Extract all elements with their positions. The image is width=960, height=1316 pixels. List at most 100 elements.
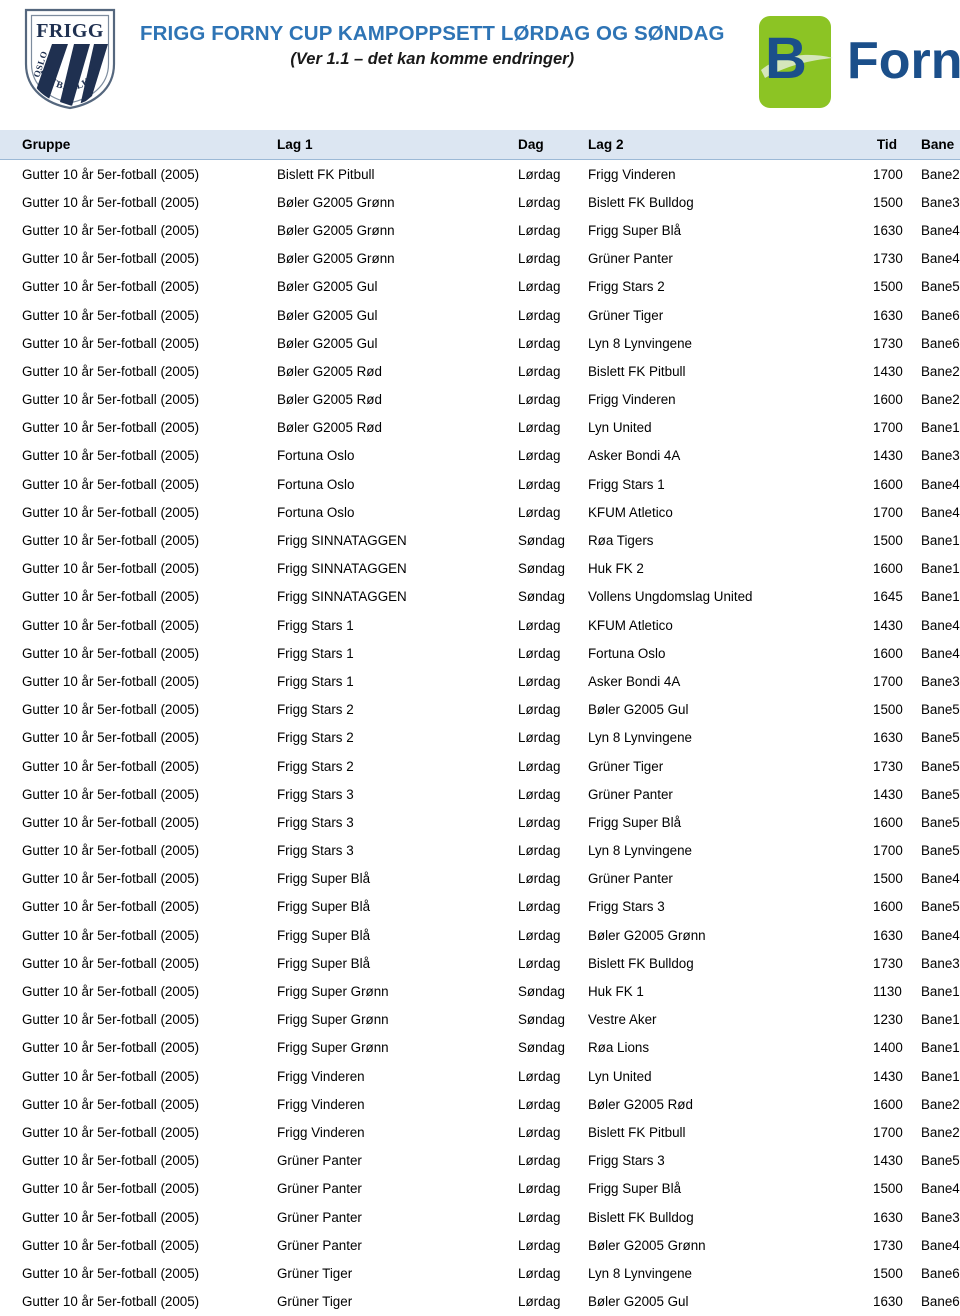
table-row[interactable]: Gutter 10 år 5er-fotball (2005) Frigg SIN… — [0, 583, 960, 611]
cell-lag1: Bøler G2005 Gul — [277, 307, 378, 323]
cell-gruppe: Gutter 10 år 5er-fotball (2005) — [22, 899, 200, 915]
table-row[interactable]: Gutter 10 år 5er-fotball (2005) Grüner Ti… — [0, 1288, 960, 1316]
table-row[interactable]: Gutter 10 år 5er-fotball (2005) Frigg Sta… — [0, 611, 960, 639]
cell-lag1: Bøler G2005 Grønn — [277, 222, 395, 238]
cell-lag1: Bøler G2005 Grønn — [277, 251, 395, 267]
cell-dag: Lørdag — [518, 702, 561, 718]
table-row[interactable]: Gutter 10 år 5er-fotball (2005) Grüner Ti… — [0, 1259, 960, 1287]
cell-lag2: Frigg Stars 3 — [588, 899, 665, 915]
table-row[interactable]: Gutter 10 år 5er-fotball (2005) Frigg Vin… — [0, 1090, 960, 1118]
cell-lag1: Grüner Panter — [277, 1181, 362, 1197]
cell-lag1: Frigg Super Blå — [277, 899, 371, 915]
table-row[interactable]: Gutter 10 år 5er-fotball (2005) Grüner Pa… — [0, 1231, 960, 1259]
cell-tid: 1430 — [873, 1153, 903, 1169]
cell-dag: Lørdag — [518, 843, 561, 859]
table-row[interactable]: Gutter 10 år 5er-fotball (2005) Frigg Sup… — [0, 865, 960, 893]
cell-bane: Bane5 — [921, 899, 960, 915]
table-row[interactable]: Gutter 10 år 5er-fotball (2005) Bøler G20… — [0, 386, 960, 414]
cell-tid: 1645 — [873, 589, 903, 605]
cell-lag1: Frigg Stars 3 — [277, 843, 354, 859]
table-row[interactable]: Gutter 10 år 5er-fotball (2005) Frigg Sta… — [0, 696, 960, 724]
table-row[interactable]: Gutter 10 år 5er-fotball (2005) Frigg Sta… — [0, 639, 960, 667]
column-header-lag1[interactable]: Lag 1 — [277, 130, 518, 160]
cell-bane: Bane4 — [921, 222, 960, 238]
table-row[interactable]: Gutter 10 år 5er-fotball (2005) Fortuna O… — [0, 498, 960, 526]
cell-bane: Bane6 — [921, 335, 960, 351]
table-row[interactable]: Gutter 10 år 5er-fotball (2005) Bislett F… — [0, 160, 960, 189]
cell-tid: 1430 — [873, 1068, 903, 1084]
cell-dag: Søndag — [518, 984, 565, 1000]
cell-bane: Bane4 — [921, 617, 960, 633]
cell-dag: Lørdag — [518, 617, 561, 633]
cell-gruppe: Gutter 10 år 5er-fotball (2005) — [22, 166, 200, 182]
cell-tid: 1630 — [873, 730, 903, 746]
cell-gruppe: Gutter 10 år 5er-fotball (2005) — [22, 1237, 200, 1253]
table-row[interactable]: Gutter 10 år 5er-fotball (2005) Frigg Sup… — [0, 977, 960, 1005]
cell-lag1: Frigg Stars 2 — [277, 758, 354, 774]
table-row[interactable]: Gutter 10 år 5er-fotball (2005) Frigg Sup… — [0, 893, 960, 921]
table-row[interactable]: Gutter 10 år 5er-fotball (2005) Bøler G20… — [0, 329, 960, 357]
cell-lag2: Grüner Tiger — [588, 307, 664, 323]
cell-tid: 1600 — [873, 392, 903, 408]
table-row[interactable]: Gutter 10 år 5er-fotball (2005) Frigg Sta… — [0, 837, 960, 865]
column-header-tid[interactable]: Tid — [873, 130, 921, 160]
column-header-bane[interactable]: Bane — [921, 130, 960, 160]
cell-gruppe: Gutter 10 år 5er-fotball (2005) — [22, 673, 200, 689]
table-row[interactable]: Gutter 10 år 5er-fotball (2005) Bøler G20… — [0, 414, 960, 442]
cell-dag: Lørdag — [518, 927, 561, 943]
table-row[interactable]: Gutter 10 år 5er-fotball (2005) Bøler G20… — [0, 301, 960, 329]
table-row[interactable]: Gutter 10 år 5er-fotball (2005) Bøler G20… — [0, 357, 960, 385]
cell-dag: Lørdag — [518, 645, 561, 661]
cell-dag: Lørdag — [518, 730, 561, 746]
cell-lag1: Bøler G2005 Rød — [277, 363, 382, 379]
table-row[interactable]: Gutter 10 år 5er-fotball (2005) Frigg Sta… — [0, 780, 960, 808]
cell-lag1: Fortuna Oslo — [277, 504, 355, 520]
table-row[interactable]: Gutter 10 år 5er-fotball (2005) Frigg Vin… — [0, 1118, 960, 1146]
cell-dag: Lørdag — [518, 1294, 561, 1310]
table-row[interactable]: Gutter 10 år 5er-fotball (2005) Frigg SIN… — [0, 555, 960, 583]
cell-lag1: Frigg Stars 2 — [277, 730, 354, 746]
column-header-lag2[interactable]: Lag 2 — [588, 130, 873, 160]
cell-lag1: Grüner Tiger — [277, 1294, 353, 1310]
cell-bane: Bane3 — [921, 1209, 960, 1225]
table-row[interactable]: Gutter 10 år 5er-fotball (2005) Frigg Sup… — [0, 921, 960, 949]
cell-tid: 1400 — [873, 1040, 903, 1056]
table-row[interactable]: Gutter 10 år 5er-fotball (2005) Frigg Sta… — [0, 667, 960, 695]
table-row[interactable]: Gutter 10 år 5er-fotball (2005) Bøler G20… — [0, 216, 960, 244]
table-row[interactable]: Gutter 10 år 5er-fotball (2005) Frigg SIN… — [0, 526, 960, 554]
cell-lag1: Bøler G2005 Gul — [277, 335, 378, 351]
cell-bane: Bane5 — [921, 702, 960, 718]
cell-gruppe: Gutter 10 år 5er-fotball (2005) — [22, 1265, 200, 1281]
cell-lag2: Vollens Ungdomslag United — [588, 589, 753, 605]
table-row[interactable]: Gutter 10 år 5er-fotball (2005) Frigg Sup… — [0, 1006, 960, 1034]
table-row[interactable]: Gutter 10 år 5er-fotball (2005) Grüner Pa… — [0, 1175, 960, 1203]
cell-lag2: Grüner Panter — [588, 786, 673, 802]
column-header-dag[interactable]: Dag — [518, 130, 588, 160]
table-row[interactable]: Gutter 10 år 5er-fotball (2005) Frigg Sta… — [0, 752, 960, 780]
table-row[interactable]: Gutter 10 år 5er-fotball (2005) Fortuna O… — [0, 470, 960, 498]
table-row[interactable]: Gutter 10 år 5er-fotball (2005) Frigg Sup… — [0, 949, 960, 977]
table-row[interactable]: Gutter 10 år 5er-fotball (2005) Bøler G20… — [0, 245, 960, 273]
table-row[interactable]: Gutter 10 år 5er-fotball (2005) Frigg Sta… — [0, 724, 960, 752]
table-row[interactable]: Gutter 10 år 5er-fotball (2005) Frigg Sta… — [0, 808, 960, 836]
cell-bane: Bane2 — [921, 392, 960, 408]
cell-lag2: Bøler G2005 Rød — [588, 1096, 693, 1112]
cell-gruppe: Gutter 10 år 5er-fotball (2005) — [22, 1068, 200, 1084]
cell-tid: 1500 — [873, 702, 903, 718]
cell-bane: Bane2 — [921, 166, 960, 182]
cell-tid: 1630 — [873, 222, 903, 238]
table-row[interactable]: Gutter 10 år 5er-fotball (2005) Bøler G20… — [0, 273, 960, 301]
cell-gruppe: Gutter 10 år 5er-fotball (2005) — [22, 335, 200, 351]
cell-lag2: Huk FK 2 — [588, 561, 644, 577]
column-header-gruppe[interactable]: Gruppe — [0, 130, 277, 160]
table-row[interactable]: Gutter 10 år 5er-fotball (2005) Grüner Pa… — [0, 1147, 960, 1175]
cell-gruppe: Gutter 10 år 5er-fotball (2005) — [22, 448, 200, 464]
table-row[interactable]: Gutter 10 år 5er-fotball (2005) Frigg Sup… — [0, 1034, 960, 1062]
table-row[interactable]: Gutter 10 år 5er-fotball (2005) Frigg Vin… — [0, 1062, 960, 1090]
table-row[interactable]: Gutter 10 år 5er-fotball (2005) Fortuna O… — [0, 442, 960, 470]
cell-lag1: Frigg Vinderen — [277, 1096, 365, 1112]
table-row[interactable]: Gutter 10 år 5er-fotball (2005) Grüner Pa… — [0, 1203, 960, 1231]
table-row[interactable]: Gutter 10 år 5er-fotball (2005) Bøler G20… — [0, 188, 960, 216]
cell-gruppe: Gutter 10 år 5er-fotball (2005) — [22, 1209, 200, 1225]
cell-bane: Bane3 — [921, 448, 960, 464]
